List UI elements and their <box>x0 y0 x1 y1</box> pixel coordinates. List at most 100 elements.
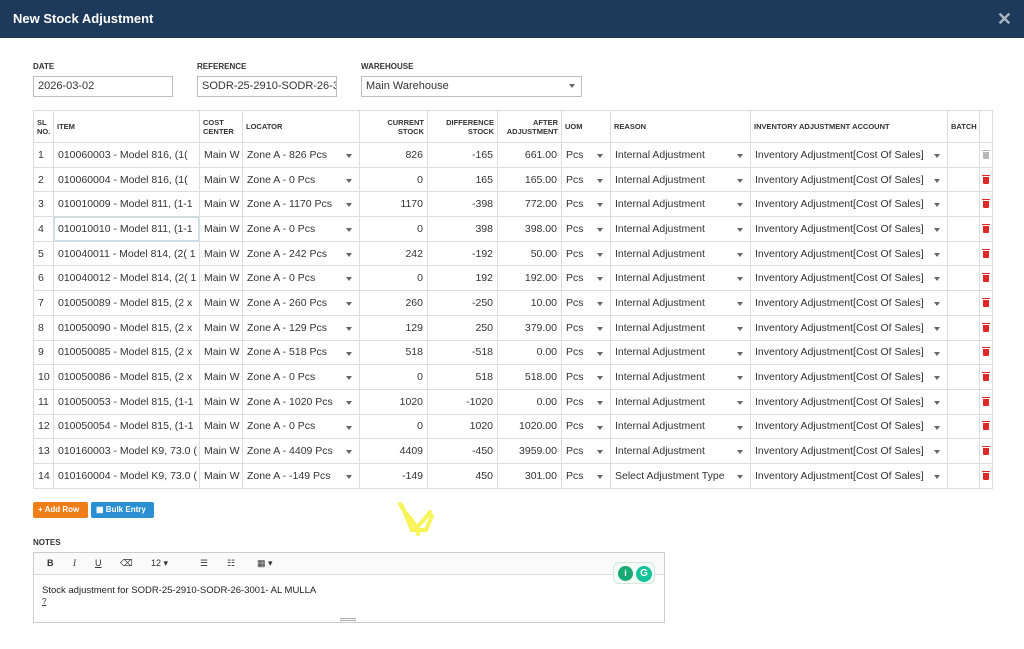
reference-input[interactable]: SODR-25-2910-SODR-26-3001 <box>197 76 337 97</box>
cost-center-input[interactable]: Main W <box>199 413 243 440</box>
uom-select[interactable]: Pcs <box>561 166 611 193</box>
reason-select[interactable]: Internal Adjustment <box>610 142 751 168</box>
trash-icon[interactable] <box>982 470 990 480</box>
locator-select[interactable]: Zone A - 0 Pcs <box>242 265 360 292</box>
trash-icon[interactable] <box>982 174 990 184</box>
font-size-select[interactable]: 12 ▾ <box>151 558 168 569</box>
uom-select[interactable]: Pcs <box>561 339 611 366</box>
item-input[interactable]: 010050085 - Model 815, (2 x <box>53 339 200 366</box>
delete-row-button[interactable] <box>979 462 993 489</box>
eraser-icon[interactable]: ⌫ <box>120 558 133 569</box>
cost-center-input[interactable]: Main W <box>199 216 243 242</box>
after-adjustment-input[interactable]: 50.00 <box>497 240 562 267</box>
account-select[interactable]: Inventory Adjustment[Cost Of Sales] <box>750 216 948 242</box>
account-select[interactable]: Inventory Adjustment[Cost Of Sales] <box>750 438 948 464</box>
numbered-list-icon[interactable]: ☷ <box>227 558 235 569</box>
underline-button[interactable]: U <box>95 558 102 568</box>
difference-stock-input[interactable]: -250 <box>427 290 498 316</box>
batch-input[interactable] <box>947 216 980 242</box>
locator-select[interactable]: Zone A - 0 Pcs <box>242 166 360 193</box>
account-select[interactable]: Inventory Adjustment[Cost Of Sales] <box>750 388 948 415</box>
delete-row-button[interactable] <box>979 265 993 292</box>
reason-select[interactable]: Internal Adjustment <box>610 240 751 267</box>
cost-center-input[interactable]: Main W <box>199 265 243 292</box>
item-input[interactable]: 010160003 - Model K9, 73.0 ( <box>53 438 200 464</box>
resize-handle[interactable] <box>340 618 356 621</box>
delete-row-button[interactable] <box>979 339 993 366</box>
difference-stock-input[interactable]: 192 <box>427 265 498 292</box>
after-adjustment-input[interactable]: 0.00 <box>497 339 562 366</box>
item-input[interactable]: 010050053 - Model 815, (1-1 <box>53 388 200 415</box>
reason-select[interactable]: Internal Adjustment <box>610 364 751 390</box>
batch-input[interactable] <box>947 462 980 489</box>
batch-input[interactable] <box>947 240 980 267</box>
uom-select[interactable]: Pcs <box>561 438 611 464</box>
cost-center-input[interactable]: Main W <box>199 462 243 489</box>
trash-icon[interactable] <box>982 372 990 382</box>
uom-select[interactable]: Pcs <box>561 413 611 440</box>
bulk-entry-button[interactable]: ▦ Bulk Entry <box>91 502 154 518</box>
uom-select[interactable]: Pcs <box>561 290 611 316</box>
delete-row-button[interactable] <box>979 142 993 168</box>
locator-select[interactable]: Zone A - 1020 Pcs <box>242 388 360 415</box>
item-input[interactable]: 010050089 - Model 815, (2 x <box>53 290 200 316</box>
after-adjustment-input[interactable]: 165.00 <box>497 166 562 193</box>
difference-stock-input[interactable]: 518 <box>427 364 498 390</box>
batch-input[interactable] <box>947 388 980 415</box>
difference-stock-input[interactable]: -192 <box>427 240 498 267</box>
account-select[interactable]: Inventory Adjustment[Cost Of Sales] <box>750 265 948 292</box>
account-select[interactable]: Inventory Adjustment[Cost Of Sales] <box>750 462 948 489</box>
trash-icon[interactable] <box>982 446 990 456</box>
item-input[interactable]: 010160004 - Model K9, 73.0 ( <box>53 462 200 489</box>
delete-row-button[interactable] <box>979 364 993 390</box>
account-select[interactable]: Inventory Adjustment[Cost Of Sales] <box>750 142 948 168</box>
item-input[interactable]: 010010009 - Model 811, (1-1 <box>53 191 200 218</box>
trash-icon[interactable] <box>982 149 990 159</box>
reason-select[interactable]: Internal Adjustment <box>610 438 751 464</box>
notes-text[interactable]: Stock adjustment for SODR-25-2910-SODR-2… <box>42 585 316 596</box>
lightbulb-icon[interactable]: i <box>618 566 633 581</box>
trash-icon[interactable] <box>982 273 990 283</box>
trash-icon[interactable] <box>982 223 990 233</box>
cost-center-input[interactable]: Main W <box>199 240 243 267</box>
uom-select[interactable]: Pcs <box>561 388 611 415</box>
cost-center-input[interactable]: Main W <box>199 388 243 415</box>
delete-row-button[interactable] <box>979 166 993 193</box>
cost-center-input[interactable]: Main W <box>199 166 243 193</box>
account-select[interactable]: Inventory Adjustment[Cost Of Sales] <box>750 191 948 218</box>
difference-stock-input[interactable]: -518 <box>427 339 498 366</box>
account-select[interactable]: Inventory Adjustment[Cost Of Sales] <box>750 166 948 193</box>
delete-row-button[interactable] <box>979 216 993 242</box>
batch-input[interactable] <box>947 413 980 440</box>
locator-select[interactable]: Zone A - 129 Pcs <box>242 314 360 341</box>
after-adjustment-input[interactable]: 3959.00 <box>497 438 562 464</box>
after-adjustment-input[interactable]: 10.00 <box>497 290 562 316</box>
bold-button[interactable]: B <box>47 558 54 568</box>
italic-button[interactable]: I <box>73 558 76 568</box>
delete-row-button[interactable] <box>979 240 993 267</box>
after-adjustment-input[interactable]: 661.00 <box>497 142 562 168</box>
after-adjustment-input[interactable]: 772.00 <box>497 191 562 218</box>
batch-input[interactable] <box>947 142 980 168</box>
after-adjustment-input[interactable]: 301.00 <box>497 462 562 489</box>
uom-select[interactable]: Pcs <box>561 142 611 168</box>
account-select[interactable]: Inventory Adjustment[Cost Of Sales] <box>750 240 948 267</box>
uom-select[interactable]: Pcs <box>561 364 611 390</box>
after-adjustment-input[interactable]: 1020.00 <box>497 413 562 440</box>
trash-icon[interactable] <box>982 297 990 307</box>
uom-select[interactable]: Pcs <box>561 216 611 242</box>
account-select[interactable]: Inventory Adjustment[Cost Of Sales] <box>750 364 948 390</box>
difference-stock-input[interactable]: 1020 <box>427 413 498 440</box>
delete-row-button[interactable] <box>979 191 993 218</box>
uom-select[interactable]: Pcs <box>561 191 611 218</box>
reason-select[interactable]: Internal Adjustment <box>610 191 751 218</box>
after-adjustment-input[interactable]: 518.00 <box>497 364 562 390</box>
delete-row-button[interactable] <box>979 290 993 316</box>
reason-select[interactable]: Internal Adjustment <box>610 388 751 415</box>
delete-row-button[interactable] <box>979 438 993 464</box>
bullet-list-icon[interactable]: ☰ <box>200 558 208 569</box>
reason-select[interactable]: Internal Adjustment <box>610 314 751 341</box>
locator-select[interactable]: Zone A - 0 Pcs <box>242 364 360 390</box>
locator-select[interactable]: Zone A - 4409 Pcs <box>242 438 360 464</box>
trash-icon[interactable] <box>982 347 990 357</box>
